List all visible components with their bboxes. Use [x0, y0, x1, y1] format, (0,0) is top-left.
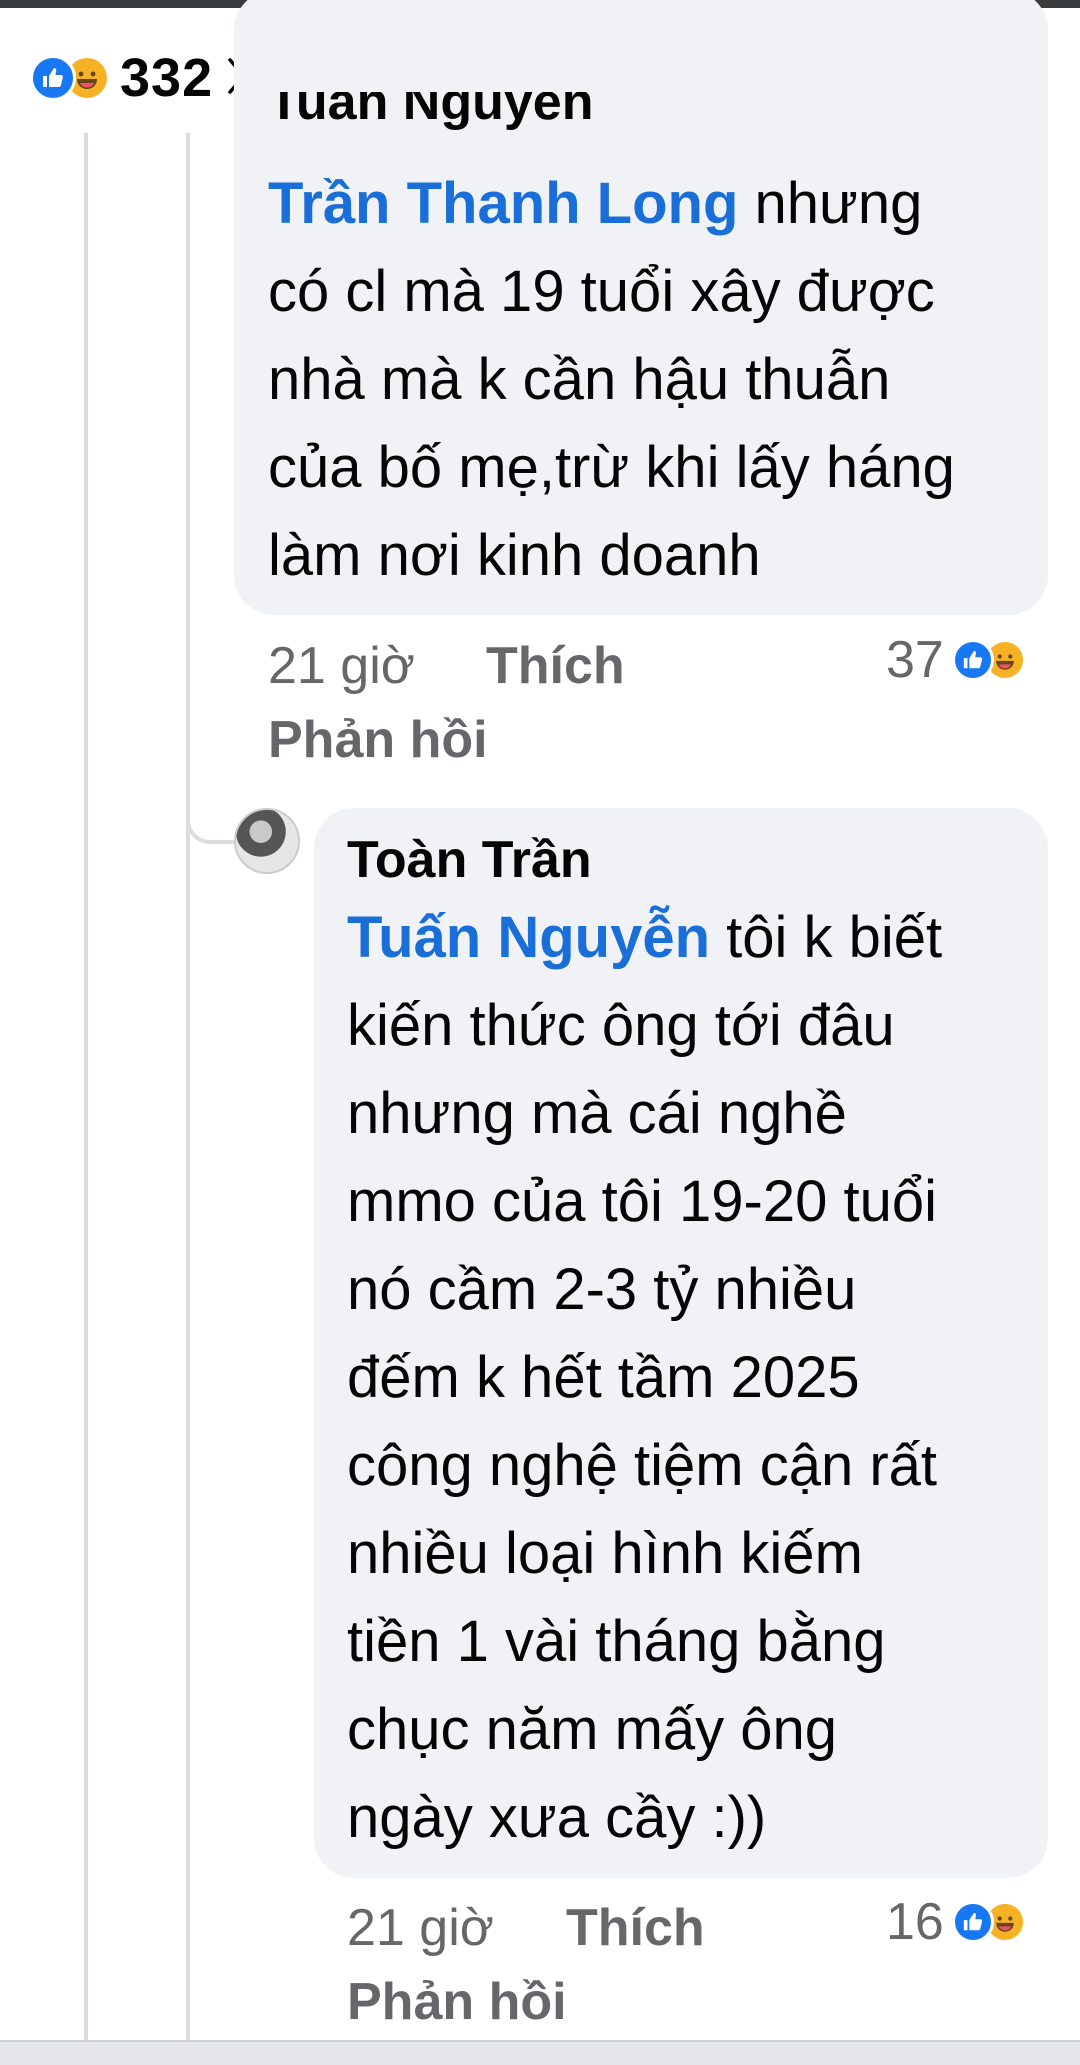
comment-reactions[interactable]: 37: [886, 626, 1026, 694]
like-link[interactable]: Thích: [566, 1894, 705, 1962]
like-icon: [30, 55, 76, 101]
mention-link[interactable]: Tuấn Nguyễn: [347, 905, 710, 970]
comment-text: Trần Thanh Long nhưng có cl mà 19 tuổi x…: [268, 171, 955, 588]
avatar[interactable]: [234, 808, 300, 874]
reaction-count: 332: [120, 48, 214, 108]
thread-line-inner: [186, 133, 190, 2043]
comment-time: 21 giờ: [268, 637, 415, 695]
comment-reaction-count: 16: [886, 1893, 944, 1951]
reactions-summary[interactable]: 332: [30, 46, 247, 110]
comment-reaction-count: 37: [886, 631, 944, 689]
reply-link[interactable]: Phản hồi: [268, 706, 488, 774]
comments-screen: 332 Tuấn Nguyễn Trần Thanh Long nhưng có…: [0, 0, 1080, 2065]
like-icon: [951, 1901, 994, 1943]
comment-reactions[interactable]: 16: [886, 1888, 1026, 1956]
comment-text: Tuấn Nguyễn tôi k biết kiến thức ông tới…: [347, 905, 943, 1850]
bottom-bar: [0, 2040, 1080, 2065]
comment-time: 21 giờ: [347, 1899, 494, 1957]
mention-link[interactable]: Trần Thanh Long: [268, 171, 738, 236]
like-icon: [951, 639, 994, 681]
like-link[interactable]: Thích: [486, 632, 625, 700]
reply-link[interactable]: Phản hồi: [347, 1968, 567, 2036]
comment-author[interactable]: Toàn Trần: [347, 828, 592, 892]
reply-connector: [186, 760, 240, 844]
comment-author[interactable]: Tuấn Nguyễn: [268, 92, 593, 132]
thread-line-outer: [84, 133, 88, 2043]
